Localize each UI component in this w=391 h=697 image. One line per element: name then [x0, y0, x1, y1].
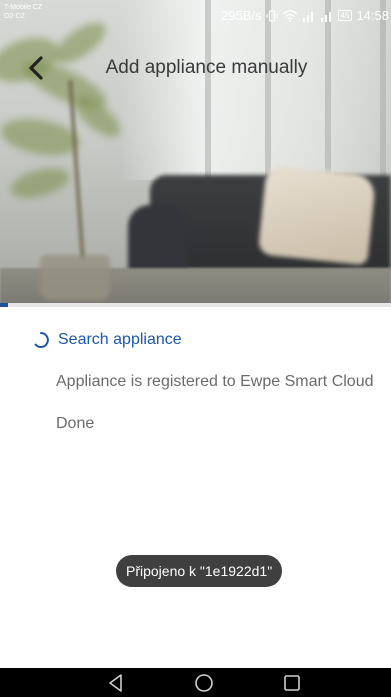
status-bar: T-Mobile CZ O2-CZ 295B/s 45 14:58	[0, 0, 391, 30]
step-register-cloud: Appliance is registered to Ewpe Smart Cl…	[56, 373, 374, 390]
battery-level: 45	[337, 10, 353, 21]
carrier-info: T-Mobile CZ O2-CZ	[4, 3, 42, 21]
connection-toast: Připojeno k "1e1922d1"	[116, 555, 283, 587]
page-title: Add appliance manually	[105, 57, 308, 78]
vibrate-icon	[266, 9, 278, 22]
loading-spinner-icon	[34, 332, 49, 348]
nav-home-button[interactable]	[192, 671, 216, 695]
add-appliance-screen: T-Mobile CZ O2-CZ 295B/s 45 14:58 Add ap…	[0, 0, 391, 697]
circle-home-icon	[195, 674, 213, 692]
carrier-secondary: O2-CZ	[4, 13, 25, 20]
step-search-appliance: Search appliance	[32, 331, 182, 349]
step-done: Done	[56, 415, 95, 432]
carrier-primary: T-Mobile CZ	[4, 4, 43, 11]
nav-back-button[interactable]	[104, 671, 128, 695]
triangle-back-icon	[109, 674, 122, 692]
progress-bar-fill	[0, 303, 8, 307]
progress-bar	[0, 303, 391, 307]
system-navigation-bar	[0, 668, 391, 697]
nav-recent-apps-button[interactable]	[280, 671, 304, 695]
signal-strength-secondary-icon	[320, 10, 334, 22]
square-recent-icon	[284, 675, 300, 691]
wifi-icon	[282, 9, 298, 22]
step-label: Search appliance	[58, 331, 182, 348]
data-rate: 295B/s	[221, 8, 262, 23]
status-indicators: 295B/s 45 14:58	[221, 8, 389, 23]
top-app-bar: Add appliance manually	[0, 44, 391, 94]
signal-strength-icon	[302, 10, 316, 22]
clock: 14:58	[356, 8, 389, 23]
